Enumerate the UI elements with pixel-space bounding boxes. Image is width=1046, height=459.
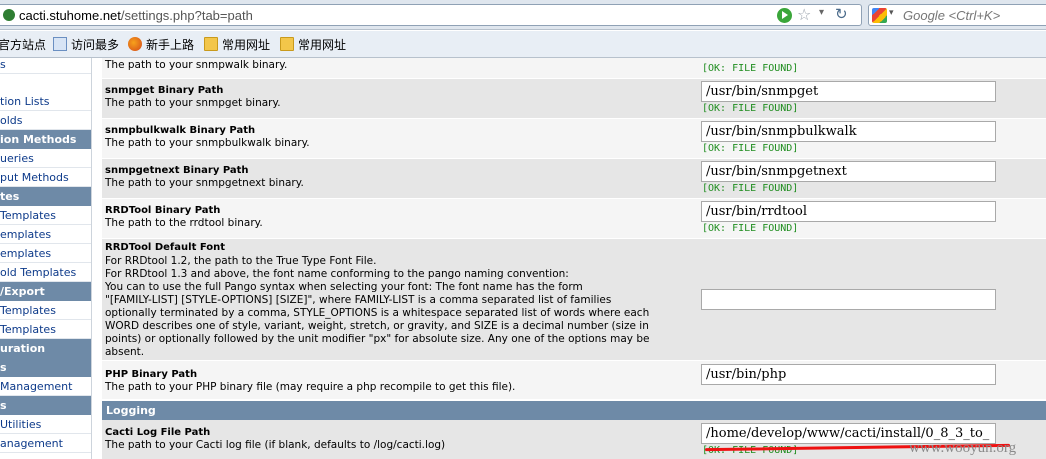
setting-row-php: PHP Binary Path The path to your PHP bin… <box>102 361 1046 400</box>
reload-icon[interactable]: ↻ <box>835 5 848 23</box>
search-engine-dropdown-icon[interactable]: ▾ <box>889 8 894 18</box>
section-header-logging: Logging <box>102 401 1046 420</box>
folder-icon <box>280 37 294 51</box>
bookmark-getting-started[interactable]: 新手上路 <box>128 36 194 53</box>
nav-item[interactable]: emplates <box>0 244 91 263</box>
address-bar[interactable]: cacti.stuhome.net/settings.php?tab=path … <box>0 4 862 26</box>
setting-row-snmpwalk: The path to your snmpwalk binary. [OK: F… <box>102 58 1046 79</box>
setting-description-line: points) or optionally followed by the un… <box>105 333 650 345</box>
firefox-icon <box>128 37 142 51</box>
setting-title: PHP Binary Path <box>105 369 198 380</box>
nav-section-header: /Export <box>0 282 91 301</box>
setting-row-rrdtool-font: RRDTool Default Font For RRDtool 1.2, th… <box>102 239 1046 361</box>
nav-item[interactable]: Management <box>0 377 91 396</box>
setting-description-line: You can to use the full Pango syntax whe… <box>105 281 583 293</box>
setting-title: snmpget Binary Path <box>105 85 224 96</box>
setting-row-snmpbulkwalk: snmpbulkwalk Binary Path The path to you… <box>102 119 1046 159</box>
bookmark-most-visited[interactable]: 访问最多 <box>53 36 119 53</box>
nav-item[interactable]: old Templates <box>0 263 91 282</box>
nav-item[interactable]: s <box>0 58 91 74</box>
setting-row-cacti-log: Cacti Log File Path The path to your Cac… <box>102 420 1046 459</box>
status-ok: [OK: FILE FOUND] <box>702 143 799 154</box>
nav-section-header: s <box>0 358 91 377</box>
search-placeholder[interactable]: Google <Ctrl+K> <box>903 8 1000 23</box>
setting-description-line: WORD describes one of style, variant, we… <box>105 320 649 332</box>
nav-section-header: uration <box>0 339 91 358</box>
url-path: /settings.php?tab=path <box>120 8 253 23</box>
nav-item[interactable]: olds <box>0 111 91 130</box>
bookmark-star-icon[interactable]: ☆ <box>797 5 811 24</box>
setting-description-line: absent. <box>105 346 145 358</box>
settings-table: The path to your snmpwalk binary. [OK: F… <box>102 58 1046 459</box>
nav-item[interactable]: Templates <box>0 320 91 339</box>
setting-description: The path to your snmpbulkwalk binary. <box>105 137 310 149</box>
setting-description-line: For RRDtool 1.2, the path to the True Ty… <box>105 255 377 267</box>
setting-description-line: For RRDtool 1.3 and above, the font name… <box>105 268 569 280</box>
site-favicon-icon <box>3 9 15 21</box>
snmpbulkwalk-path-input[interactable]: /usr/bin/snmpbulkwalk <box>701 121 996 142</box>
snmpget-path-input[interactable]: /usr/bin/snmpget <box>701 81 996 102</box>
go-arrow-icon[interactable] <box>777 8 792 23</box>
setting-title: snmpbulkwalk Binary Path <box>105 125 256 136</box>
nav-item[interactable]: Templates <box>0 301 91 320</box>
status-ok: [OK: FILE FOUND] <box>702 103 799 114</box>
rrdtool-font-input[interactable] <box>701 289 996 310</box>
setting-description: The path to your PHP binary file (may re… <box>105 381 516 393</box>
setting-title: Cacti Log File Path <box>105 427 211 438</box>
rrdtool-path-input[interactable]: /usr/bin/rrdtool <box>701 201 996 222</box>
cacti-menu: s tion Lists olds ion Methods ueries put… <box>0 58 92 459</box>
nav-item[interactable]: ueries <box>0 149 91 168</box>
setting-description: The path to your Cacti log file (if blan… <box>105 439 446 451</box>
setting-row-snmpgetnext: snmpgetnext Binary Path The path to your… <box>102 159 1046 199</box>
nav-item[interactable]: Templates <box>0 206 91 225</box>
bookmarks-toolbar: 官方站点 访问最多 新手上路 常用网址 常用网址 <box>0 31 1046 58</box>
page-icon <box>53 37 67 51</box>
nav-item[interactable]: anagement <box>0 434 91 453</box>
search-box[interactable]: ▾ Google <Ctrl+K> <box>868 4 1046 26</box>
nav-section-header: s <box>0 396 91 415</box>
nav-item[interactable]: emplates <box>0 225 91 244</box>
setting-description-line: "[FAMILY-LIST] [STYLE-OPTIONS] [SIZE]", … <box>105 294 612 306</box>
status-ok: [OK: FILE FOUND] <box>702 183 799 194</box>
setting-title: RRDTool Binary Path <box>105 205 221 216</box>
setting-description-line: optionally terminated by a comma, STYLE_… <box>105 307 650 319</box>
setting-description: The path to your snmpwalk binary. <box>105 59 288 71</box>
nav-section-header: ion Methods <box>0 130 91 149</box>
status-ok: [OK: FILE FOUND] <box>702 223 799 234</box>
setting-title: RRDTool Default Font <box>105 242 226 253</box>
setting-row-rrdtool: RRDTool Binary Path The path to the rrdt… <box>102 199 1046 239</box>
snmpgetnext-path-input[interactable]: /usr/bin/snmpgetnext <box>701 161 996 182</box>
php-path-input[interactable]: /usr/bin/php <box>701 364 996 385</box>
nav-item[interactable]: Utilities <box>0 415 91 434</box>
watermark: www.wooyun.org <box>909 440 1017 456</box>
bookmark-common-sites-1[interactable]: 常用网址 <box>204 36 270 53</box>
url-text[interactable]: cacti.stuhome.net/settings.php?tab=path <box>19 8 253 23</box>
bookmark-official-site[interactable]: 官方站点 <box>0 36 46 53</box>
nav-item[interactable]: tion Lists <box>0 92 91 111</box>
status-ok: [OK: FILE FOUND] <box>702 63 799 74</box>
url-host: cacti.stuhome.net <box>19 8 121 23</box>
folder-icon <box>204 37 218 51</box>
setting-title: snmpgetnext Binary Path <box>105 165 249 176</box>
google-logo-icon[interactable] <box>872 8 887 23</box>
bookmark-common-sites-2[interactable]: 常用网址 <box>280 36 346 53</box>
setting-description: The path to the rrdtool binary. <box>105 217 263 229</box>
history-dropdown-icon[interactable]: ▾ <box>819 7 824 18</box>
setting-description: The path to your snmpget binary. <box>105 97 281 109</box>
nav-item[interactable]: put Methods <box>0 168 91 187</box>
setting-description: The path to your snmpgetnext binary. <box>105 177 304 189</box>
setting-row-snmpget: snmpget Binary Path The path to your snm… <box>102 79 1046 119</box>
nav-section-header: tes <box>0 187 91 206</box>
browser-toolbar: cacti.stuhome.net/settings.php?tab=path … <box>0 0 1046 30</box>
